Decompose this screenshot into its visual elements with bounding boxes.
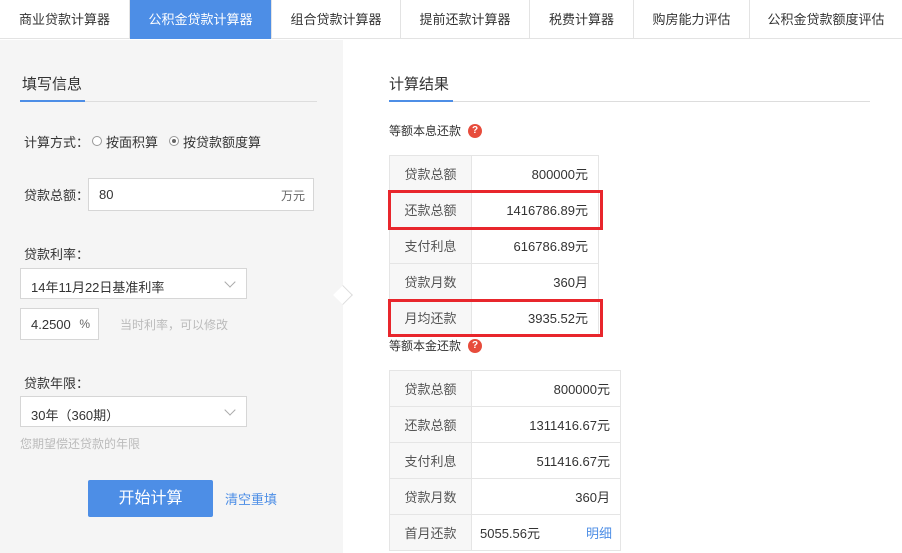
tab-purchase-ability[interactable]: 购房能力评估 xyxy=(634,0,750,39)
rate-unit: % xyxy=(79,317,90,331)
tab-fund-quota[interactable]: 公积金贷款额度评估 xyxy=(750,0,902,39)
row-value: 360月 xyxy=(471,263,599,300)
loan-total-input[interactable]: 80 万元 xyxy=(88,178,314,211)
tab-combined-loan[interactable]: 组合贷款计算器 xyxy=(272,0,401,39)
table-row: 贷款总额 800000元 xyxy=(389,370,621,407)
first-month-cell: 5055.56元 明细 xyxy=(471,514,621,551)
rate-value[interactable]: 4.2500 xyxy=(31,317,71,332)
radio-by-area-label[interactable]: 按面积算 xyxy=(106,132,158,151)
table-row: 贷款月数 360月 xyxy=(389,263,599,300)
row-value: 360月 xyxy=(471,478,621,515)
tab-prepayment[interactable]: 提前还款计算器 xyxy=(401,0,530,39)
row-value: 1311416.67元 xyxy=(471,406,621,443)
row-key: 首月还款 xyxy=(389,514,472,551)
radio-by-area[interactable] xyxy=(92,136,102,146)
row-value: 800000元 xyxy=(471,155,599,192)
input-title-underline xyxy=(20,100,85,102)
equal-principal-heading: 等额本金还款 xyxy=(389,339,462,353)
help-icon[interactable]: ? xyxy=(468,339,482,353)
row-key: 贷款总额 xyxy=(389,155,472,192)
calc-method-label: 计算方式： xyxy=(24,135,90,150)
results-title-underline xyxy=(389,100,453,102)
radio-by-loan-amount-label[interactable]: 按贷款额度算 xyxy=(183,132,261,151)
rate-select[interactable]: 14年11月22日基准利率 xyxy=(20,268,247,299)
row-value: 800000元 xyxy=(471,370,621,407)
radio-by-loan-amount[interactable] xyxy=(169,136,179,146)
term-select[interactable]: 30年（360期） xyxy=(20,396,247,427)
row-key: 还款总额 xyxy=(389,406,472,443)
results-section-title: 计算结果 xyxy=(389,76,450,93)
table-row: 贷款总额 800000元 xyxy=(389,155,599,192)
reset-link[interactable]: 清空重填 xyxy=(225,489,277,508)
table-row: 还款总额 1311416.67元 xyxy=(389,406,621,443)
detail-link[interactable]: 明细 xyxy=(586,523,612,542)
row-value: 511416.67元 xyxy=(471,442,621,479)
row-key: 贷款月数 xyxy=(389,478,472,515)
term-hint: 您期望偿还贷款的年限 xyxy=(20,437,141,451)
rate-input[interactable]: 4.2500 % xyxy=(20,308,99,340)
tab-commercial-loan[interactable]: 商业贷款计算器 xyxy=(0,0,130,39)
rate-hint: 当时利率，可以修改 xyxy=(120,318,229,332)
equal-principal-table: 贷款总额 800000元 还款总额 1311416.67元 支付利息 51141… xyxy=(389,370,621,551)
rate-label: 贷款利率： xyxy=(24,247,90,262)
tab-provident-fund-loan[interactable]: 公积金贷款计算器 xyxy=(130,0,272,39)
input-section-title: 填写信息 xyxy=(22,76,83,93)
table-row: 首月还款 5055.56元 明细 xyxy=(389,514,621,551)
row-key: 贷款月数 xyxy=(389,263,472,300)
first-month-value: 5055.56元 xyxy=(480,526,540,541)
loan-total-unit: 万元 xyxy=(280,189,305,203)
tab-tax[interactable]: 税费计算器 xyxy=(530,0,634,39)
total-repayment-highlight xyxy=(388,190,603,230)
input-title-rule xyxy=(85,101,317,102)
row-value: 616786.89元 xyxy=(471,227,599,264)
chevron-down-icon xyxy=(224,404,236,416)
term-select-value: 30年（360期） xyxy=(31,408,120,423)
help-icon[interactable]: ? xyxy=(468,124,482,138)
calculator-tabs: 商业贷款计算器 公积金贷款计算器 组合贷款计算器 提前还款计算器 税费计算器 购… xyxy=(0,0,902,39)
table-row: 贷款月数 360月 xyxy=(389,478,621,515)
rate-select-value: 14年11月22日基准利率 xyxy=(31,280,165,295)
equal-installment-heading: 等额本息还款 xyxy=(389,124,462,138)
start-calculation-button[interactable]: 开始计算 xyxy=(88,480,213,517)
monthly-payment-highlight xyxy=(388,299,603,337)
row-key: 支付利息 xyxy=(389,442,472,479)
row-key: 贷款总额 xyxy=(389,370,472,407)
loan-total-label: 贷款总额： xyxy=(24,188,90,203)
input-panel: 填写信息 计算方式： 按面积算 按贷款额度算 贷款总额： 80 万元 贷款利率：… xyxy=(0,40,343,553)
chevron-down-icon xyxy=(224,276,236,288)
loan-total-value[interactable]: 80 xyxy=(99,187,113,202)
table-row: 支付利息 511416.67元 xyxy=(389,442,621,479)
results-title-rule xyxy=(453,101,870,102)
row-key: 支付利息 xyxy=(389,227,472,264)
term-label: 贷款年限： xyxy=(24,376,90,391)
table-row: 支付利息 616786.89元 xyxy=(389,227,599,264)
